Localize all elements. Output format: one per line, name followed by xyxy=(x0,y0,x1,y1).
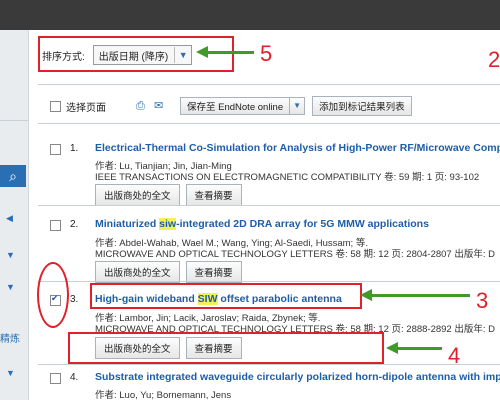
email-icon[interactable]: ✉ xyxy=(154,100,166,112)
view-abstract-button[interactable]: 查看摘要 xyxy=(185,184,242,206)
annotation-box-3 xyxy=(90,283,362,309)
record-checkbox[interactable] xyxy=(50,144,61,155)
left-divider xyxy=(0,120,28,121)
refine-label[interactable]: 精炼 xyxy=(0,330,20,345)
add-to-marked-button[interactable]: 添加到标记结果列表 xyxy=(312,96,412,116)
annotation-arrow-5 xyxy=(206,51,254,54)
results-toolbar: 选择页面 ⎙ ✉ 保存至 EndNote online ▼ 添加到标记结果列表 xyxy=(50,96,412,116)
record-source: IEEE TRANSACTIONS ON ELECTROMAGNETIC COM… xyxy=(95,172,480,183)
divider xyxy=(38,281,500,282)
record-number: 4. xyxy=(70,372,79,383)
annotation-number-5: 5 xyxy=(260,41,273,66)
divider xyxy=(38,84,500,85)
annotation-box-4 xyxy=(68,332,384,364)
annotation-arrow-4 xyxy=(396,347,442,350)
endnote-label: 保存至 EndNote online xyxy=(187,102,284,113)
record-authors: 作者: Luo, Yu; Bornemann, Jens xyxy=(95,390,232,401)
caret-down-icon[interactable]: ▼ xyxy=(6,250,15,260)
annotation-arrow-3 xyxy=(370,294,470,297)
select-page-label: 选择页面 xyxy=(66,102,106,114)
annotation-number-3: 3 xyxy=(476,288,489,313)
chevron-down-icon[interactable]: ▼ xyxy=(289,98,304,114)
search-icon[interactable]: ⌕ xyxy=(0,165,26,187)
record-checkbox[interactable] xyxy=(50,220,61,231)
divider xyxy=(38,205,500,206)
annotation-oval xyxy=(37,262,69,328)
record-number: 1. xyxy=(70,143,79,154)
title-text: -integrated 2D DRA array for 5G MMW appl… xyxy=(176,218,429,230)
record-title[interactable]: Substrate integrated waveguide circularl… xyxy=(95,371,500,383)
title-text: Miniaturized xyxy=(95,218,160,230)
print-icon[interactable]: ⎙ xyxy=(136,100,148,112)
record-source: MICROWAVE AND OPTICAL TECHNOLOGY LETTERS… xyxy=(95,249,495,260)
caret-down-icon[interactable]: ▼ xyxy=(6,282,15,292)
endnote-select[interactable]: 保存至 EndNote online ▼ xyxy=(180,97,306,115)
record-number: 2. xyxy=(70,219,79,230)
record-checkbox[interactable] xyxy=(50,373,61,384)
divider xyxy=(38,364,500,365)
record-number: 3. xyxy=(70,294,79,305)
fulltext-button[interactable]: 出版商处的全文 xyxy=(95,261,180,283)
caret-down-icon[interactable]: ▼ xyxy=(6,368,15,378)
annotation-number-4: 4 xyxy=(448,343,461,368)
view-abstract-button[interactable]: 查看摘要 xyxy=(185,261,242,283)
caret-left-icon[interactable]: ◀ xyxy=(6,213,13,224)
record-title[interactable]: Miniaturized siw-integrated 2D DRA array… xyxy=(95,218,429,230)
divider xyxy=(38,123,500,124)
title-highlight: siw xyxy=(159,218,177,230)
fulltext-button[interactable]: 出版商处的全文 xyxy=(95,184,180,206)
record-title[interactable]: Electrical-Thermal Co-Simulation for Ana… xyxy=(95,142,500,154)
select-page-checkbox[interactable] xyxy=(50,100,61,112)
top-bar xyxy=(0,0,500,30)
annotation-number-2: 2 xyxy=(488,47,500,72)
